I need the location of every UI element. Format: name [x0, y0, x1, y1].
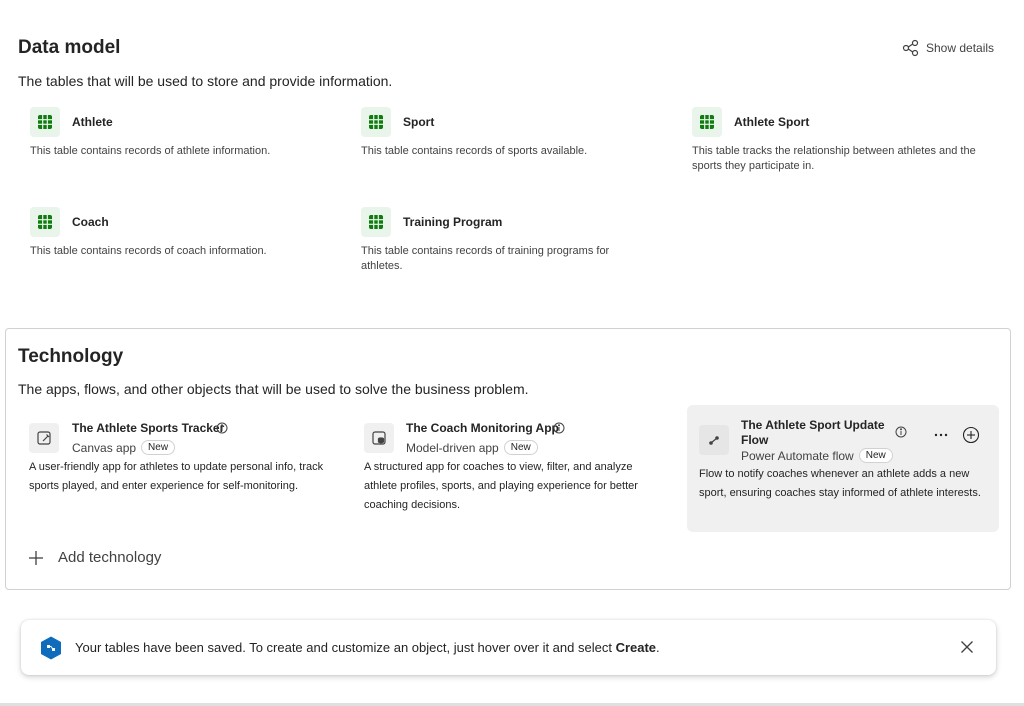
new-badge: New	[858, 448, 893, 463]
table-card-athlete[interactable]: Athlete This table contains records of a…	[30, 107, 335, 159]
show-details-label: Show details	[926, 41, 995, 55]
table-description: This table tracks the relationship betwe…	[692, 145, 976, 172]
table-description: This table contains records of sports av…	[361, 145, 588, 157]
table-name: Coach	[72, 215, 109, 229]
table-icon	[30, 207, 60, 237]
add-technology-button[interactable]: Add technology	[28, 549, 161, 566]
tech-type: Power Automate flow New	[741, 448, 893, 463]
table-name: Sport	[403, 115, 435, 129]
table-name: Athlete Sport	[734, 115, 810, 129]
tech-type: Canvas app New	[72, 440, 176, 455]
tech-description: A structured app for coaches to view, fi…	[364, 461, 638, 511]
tech-name: The Coach Monitoring App	[406, 421, 559, 435]
tech-name: The Athlete Sport Update Flow	[741, 418, 885, 447]
show-details-button[interactable]: Show details	[902, 38, 994, 58]
table-card-training-program[interactable]: Training Program This table contains rec…	[361, 207, 641, 274]
more-options-icon[interactable]	[933, 427, 949, 443]
create-plus-icon[interactable]	[962, 426, 980, 444]
tech-description: A user-friendly app for athletes to upda…	[29, 461, 324, 492]
table-icon	[692, 107, 722, 137]
flow-icon	[699, 425, 729, 455]
add-technology-label: Add technology	[58, 549, 162, 566]
technology-subtitle: The apps, flows, and other objects that …	[18, 381, 529, 397]
tech-type-label: Canvas app	[72, 440, 137, 455]
canvas-app-icon	[29, 423, 59, 453]
tech-card-athlete-sport-update-flow[interactable]: The Athlete Sport Update Flow Power Auto…	[687, 405, 999, 532]
toast-message: Your tables have been saved. To create a…	[75, 640, 660, 655]
toast-notification: Your tables have been saved. To create a…	[21, 620, 996, 675]
tech-type-label: Model-driven app	[406, 440, 499, 455]
table-icon	[361, 107, 391, 137]
model-driven-app-icon	[364, 423, 394, 453]
page: Data model The tables that will be used …	[0, 0, 1024, 706]
data-model-subtitle: The tables that will be used to store an…	[18, 73, 393, 89]
new-badge: New	[503, 440, 538, 455]
table-description: This table contains records of training …	[361, 245, 610, 272]
table-card-sport[interactable]: Sport This table contains records of spo…	[361, 107, 666, 159]
tech-type-label: Power Automate flow	[741, 448, 854, 463]
table-icon	[361, 207, 391, 237]
table-name: Athlete	[72, 115, 113, 129]
relationship-icon	[902, 39, 919, 57]
tech-description: Flow to notify coaches whenever an athle…	[699, 468, 981, 499]
new-badge: New	[141, 440, 176, 455]
technology-title: Technology	[18, 346, 124, 367]
close-icon[interactable]	[958, 638, 976, 656]
table-description: This table contains records of athlete i…	[30, 145, 271, 157]
table-card-athlete-sport[interactable]: Athlete Sport This table tracks the rela…	[692, 107, 992, 174]
info-icon[interactable]	[895, 426, 907, 438]
tech-card-coach-monitoring-app[interactable]: The Coach Monitoring App Model-driven ap…	[364, 420, 674, 520]
data-model-title: Data model	[18, 37, 121, 58]
plus-icon	[29, 550, 43, 565]
copilot-hexagon-icon	[41, 636, 61, 660]
tech-name: The Athlete Sports Tracker	[72, 421, 225, 435]
tech-card-athlete-sports-tracker[interactable]: The Athlete Sports Tracker Canvas app Ne…	[29, 420, 339, 520]
create-emphasis: Create	[615, 640, 657, 655]
table-description: This table contains records of coach inf…	[30, 245, 267, 257]
tech-type: Model-driven app New	[406, 440, 538, 455]
info-icon[interactable]	[553, 422, 565, 434]
table-card-coach[interactable]: Coach This table contains records of coa…	[30, 207, 335, 259]
table-name: Training Program	[403, 215, 503, 229]
info-icon[interactable]	[216, 422, 228, 434]
table-icon	[30, 107, 60, 137]
